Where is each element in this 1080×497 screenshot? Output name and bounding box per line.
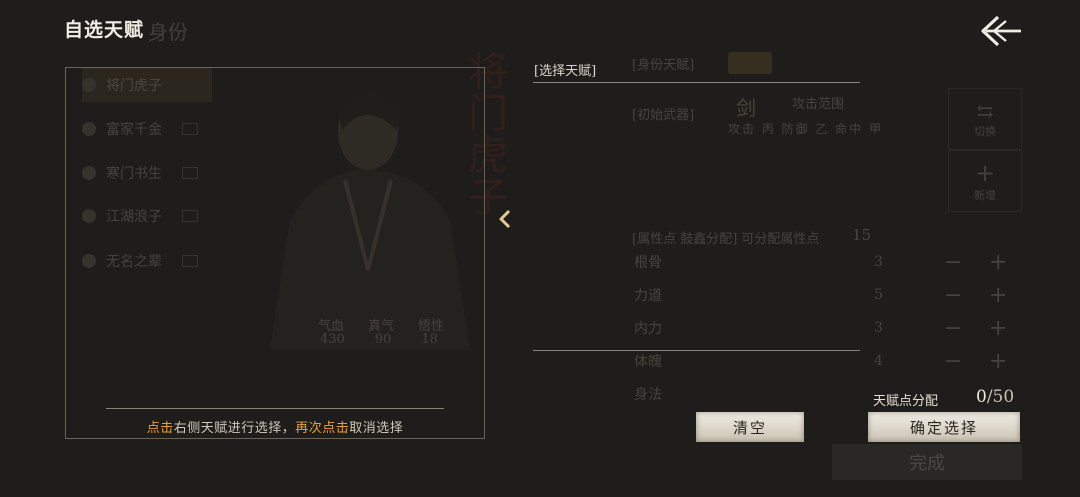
minus-icon: − bbox=[944, 348, 963, 374]
attribute-name: 根骨 bbox=[634, 255, 662, 271]
identity-pill bbox=[728, 52, 772, 74]
dialog-title: 自选天赋 bbox=[64, 19, 145, 41]
clear-button[interactable]: 清空 bbox=[696, 412, 804, 442]
attribute-value: 3 bbox=[874, 254, 883, 270]
done-button: 完成 bbox=[832, 444, 1022, 480]
selection-divider-top bbox=[533, 82, 860, 83]
attack-row: 攻击 丙 防御 乙 命中 甲 bbox=[728, 122, 884, 136]
attribute-row: 内力 3 − + bbox=[634, 315, 1024, 341]
switch-button: ⇆ 切换 bbox=[948, 88, 1022, 150]
attribute-name: 体魄 bbox=[634, 354, 662, 370]
plus-icon: + bbox=[974, 159, 996, 187]
identity-tag: [身份天赋] bbox=[632, 58, 695, 73]
background-title: 身份 bbox=[148, 20, 188, 44]
hint-text: 右侧天赋进行选择， bbox=[173, 421, 296, 436]
plus-icon: + bbox=[989, 348, 1008, 374]
talent-points-label: 天赋点分配 bbox=[873, 394, 939, 409]
select-talent-label: [选择天赋] bbox=[534, 64, 597, 79]
attribute-value: 4 bbox=[874, 353, 883, 369]
attribute-name: 力道 bbox=[634, 288, 662, 304]
origin-panel-frame bbox=[65, 67, 485, 439]
plus-icon: + bbox=[989, 282, 1008, 308]
minus-icon: − bbox=[944, 315, 963, 341]
selection-divider-bottom bbox=[533, 350, 860, 351]
attack-range-label: 攻击范围 bbox=[792, 97, 845, 112]
free-points-value: 15 bbox=[852, 226, 872, 244]
talent-points-value: 0/50 bbox=[976, 387, 1014, 407]
attribute-row: 体魄 4 − + bbox=[634, 348, 1024, 374]
add-label: 新增 bbox=[974, 189, 996, 202]
attribute-row: 力道 5 − + bbox=[634, 282, 1024, 308]
attribute-row: 根骨 3 − + bbox=[634, 249, 1024, 275]
switch-label: 切换 bbox=[974, 125, 996, 138]
weapon-tag: [初始武器] bbox=[632, 108, 695, 123]
selection-hint: 点击右侧天赋进行选择，再次点击取消选择 bbox=[106, 417, 444, 436]
attribute-row: 身法 bbox=[634, 382, 1024, 406]
points-total: /50 bbox=[986, 387, 1015, 407]
minus-icon: − bbox=[944, 249, 963, 275]
back-icon[interactable] bbox=[976, 12, 1024, 50]
switch-icon: ⇆ bbox=[976, 99, 994, 123]
attribute-name: 身法 bbox=[634, 387, 662, 403]
weapon-glyph: 剑 bbox=[736, 96, 756, 120]
hint-highlight: 点击 bbox=[146, 421, 174, 436]
plus-icon: + bbox=[989, 315, 1008, 341]
confirm-selection-button[interactable]: 确定选择 bbox=[868, 412, 1020, 442]
hint-highlight: 再次点击 bbox=[295, 421, 350, 436]
hint-text: 取消选择 bbox=[349, 421, 404, 436]
free-points-label: [属性点 鼓鑫分配] 可分配属性点 bbox=[632, 232, 820, 247]
attribute-value: 3 bbox=[874, 320, 883, 336]
attribute-value: 5 bbox=[874, 287, 883, 303]
attribute-name: 内力 bbox=[634, 321, 662, 337]
plus-icon: + bbox=[989, 249, 1008, 275]
minus-icon: − bbox=[944, 282, 963, 308]
chevron-left-icon[interactable] bbox=[497, 208, 513, 230]
hint-divider bbox=[106, 408, 444, 409]
points-current: 0 bbox=[976, 387, 987, 407]
add-button: + 新增 bbox=[948, 150, 1022, 212]
